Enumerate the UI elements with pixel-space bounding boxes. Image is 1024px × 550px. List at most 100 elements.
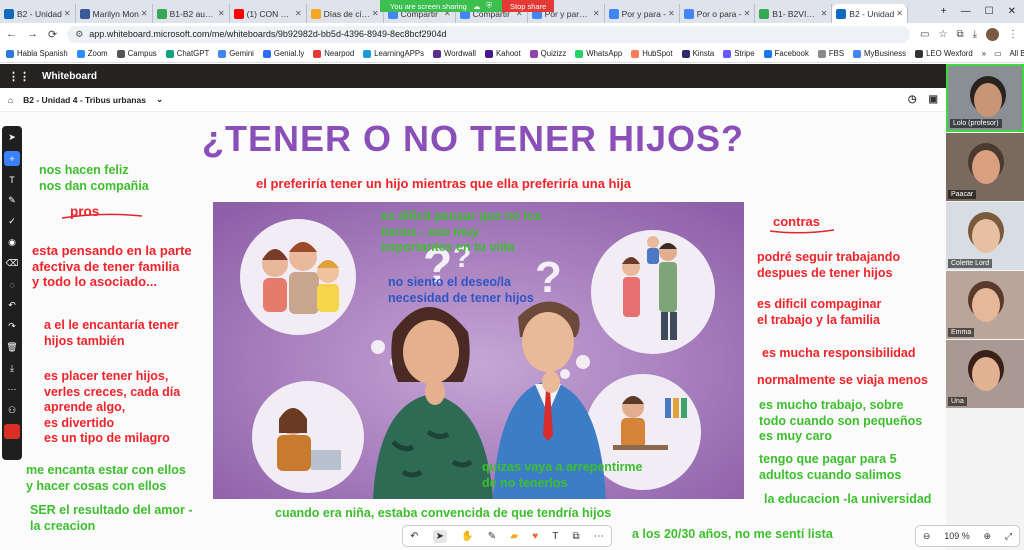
zoom-out-icon[interactable]: ⊖ — [923, 531, 931, 542]
close-tab-icon[interactable]: ✕ — [64, 9, 71, 18]
close-tab-icon[interactable]: ✕ — [744, 9, 751, 18]
participant-video-tile[interactable]: Paacar — [946, 133, 1024, 201]
note-arrepentirme[interactable]: quizas vaya a arrepentirme de no tenerlo… — [482, 460, 643, 491]
board-title[interactable]: B2 - Unidad 4 - Tribus urbanas — [23, 95, 146, 105]
browser-tab[interactable]: Días de cine ✕ — [307, 4, 384, 23]
bookmark-item[interactable]: MyBusiness — [853, 49, 906, 58]
fit-to-screen-icon[interactable]: ⤢ — [1005, 531, 1012, 542]
close-toolbar-icon[interactable]: ✕ — [4, 424, 20, 439]
download-icon[interactable]: ⤓ — [973, 29, 977, 40]
bookmark-item[interactable]: Facebook — [763, 49, 809, 58]
minimize-icon[interactable]: — — [961, 6, 971, 17]
pen-icon[interactable]: ✎ — [4, 193, 20, 208]
note-no-siento-deseo[interactable]: no siento el deseo/la necesidad de tener… — [388, 275, 534, 306]
browser-tab[interactable]: B2 - Unidad ✕ — [0, 4, 76, 23]
timer-icon[interactable]: ◷ — [908, 94, 917, 105]
eraser-icon[interactable]: ⌫ — [4, 256, 20, 271]
browser-tab[interactable]: (1) CON FAL ✕ — [230, 4, 307, 23]
bookmark-item[interactable]: Nearpod — [313, 49, 354, 58]
bookmark-item[interactable]: Kahoot — [484, 49, 521, 58]
redo-icon[interactable]: ↷ — [4, 319, 20, 334]
bookmark-item[interactable]: LEO Wexford — [915, 49, 973, 58]
all-bookmarks-link[interactable]: All Bookmarks — [1009, 49, 1024, 58]
new-tab-button[interactable]: + — [941, 6, 947, 17]
forward-icon[interactable]: → — [27, 28, 38, 40]
note-cuando-era-nina[interactable]: cuando era niña, estaba convencida de qu… — [275, 506, 611, 522]
bookmark-item[interactable]: Wordwall — [433, 49, 476, 58]
close-tab-icon[interactable]: ✕ — [668, 9, 675, 18]
more-icon[interactable]: ⋯ — [594, 531, 604, 542]
close-tab-icon[interactable]: ✕ — [821, 9, 828, 18]
undo-icon[interactable]: ↶ — [4, 298, 20, 313]
text-icon[interactable]: T — [552, 531, 558, 542]
more-icon[interactable]: ⋯ — [4, 382, 20, 397]
reaction-heart-icon[interactable]: ♥ — [532, 531, 538, 542]
participant-video-tile[interactable]: Una — [946, 340, 1024, 408]
note-mucho-trabajo[interactable]: es mucho trabajo, sobre todo cuando son … — [759, 398, 922, 445]
note-compaginar[interactable]: es dificil compaginar el trabajo y la fa… — [757, 297, 881, 328]
bookmark-item[interactable]: Campus — [116, 49, 157, 58]
browser-tab[interactable]: Marilyn Mon ✕ — [76, 4, 153, 23]
bookmark-item[interactable]: ChatGPT — [165, 49, 209, 58]
browser-tab[interactable]: Por y para - ✕ — [605, 4, 680, 23]
select-tool-icon[interactable]: ➤ — [4, 130, 20, 145]
close-tab-icon[interactable]: ✕ — [372, 9, 379, 18]
select-pointer-icon[interactable]: ➤ — [432, 529, 448, 543]
bookmark-item[interactable]: Kinsta — [681, 49, 714, 58]
close-tab-icon[interactable]: ✕ — [141, 9, 148, 18]
hand-icon[interactable]: ✋ — [461, 531, 473, 542]
browser-tab[interactable]: B2 - Unidad ✕ — [832, 4, 908, 23]
bookmark-item[interactable]: HubSpot — [631, 49, 673, 58]
participant-video-tile[interactable]: Colette Lord — [946, 202, 1024, 270]
browser-tab[interactable]: B1-B2 audio ✕ — [153, 4, 230, 23]
close-tab-icon[interactable]: ✕ — [295, 9, 302, 18]
note-es-placer[interactable]: es placer tener hijos, verles creces, ca… — [44, 369, 180, 447]
site-info-icon[interactable]: ⚙ — [75, 29, 83, 40]
app-launcher-icon[interactable]: ⋮⋮ — [8, 70, 30, 83]
bookmark-item[interactable]: Zoom — [76, 49, 108, 58]
person-icon[interactable]: ⚇ — [4, 403, 20, 418]
pen-icon[interactable]: ✎ — [488, 531, 496, 542]
bookmark-item[interactable]: FBS — [817, 49, 844, 58]
close-tab-icon[interactable]: ✕ — [896, 9, 903, 18]
check-icon[interactable]: ✓ — [4, 214, 20, 229]
lasso-icon[interactable]: ◌ — [4, 277, 20, 292]
note-es-dificil-pensar[interactable]: es dificil pensar que no los tienes - es… — [381, 209, 541, 256]
chevron-down-icon[interactable]: ⌄ — [156, 94, 163, 105]
zoom-level[interactable]: 109 % — [944, 531, 970, 541]
zoom-in-icon[interactable]: ⊕ — [984, 531, 992, 542]
bookmark-item[interactable]: Habla Spanish — [6, 49, 68, 58]
stop-share-button[interactable]: Stop share — [501, 0, 555, 12]
export-icon[interactable]: ⤓ — [4, 361, 20, 376]
note-le-encantaria[interactable]: a el le encantaría tener hijos también — [44, 318, 179, 349]
note-viaja-menos[interactable]: normalmente se viaja menos — [757, 373, 946, 389]
close-tab-icon[interactable]: ✕ — [593, 9, 600, 18]
shapes-icon[interactable]: ⧉ — [573, 531, 580, 542]
bookmark-star-icon[interactable]: ☆ — [938, 29, 947, 40]
participant-video-tile[interactable]: Lolo (profesor) — [946, 64, 1024, 132]
note-responsabilidad[interactable]: es mucha responsibilidad — [762, 346, 916, 362]
text-tool-icon[interactable]: T — [4, 172, 20, 187]
participant-video-tile[interactable]: Emma — [946, 271, 1024, 339]
note-nos-hacen-feliz[interactable]: nos hacen feliz nos dan compañia — [39, 163, 149, 194]
note-pros-heading[interactable]: pros — [70, 204, 99, 220]
note-la-educacion[interactable]: la educacion -la universidad — [764, 492, 931, 508]
menu-kebab-icon[interactable]: ⋮ — [1008, 29, 1018, 40]
back-icon[interactable]: ← — [6, 28, 17, 40]
note-resultado-amor[interactable]: SER el resultado del amor - la creacion — [30, 503, 193, 534]
browser-tab[interactable]: Por o para - ✕ — [680, 4, 756, 23]
bookmark-item[interactable]: Genial.ly — [262, 49, 304, 58]
note-tengo-que-pagar[interactable]: tengo que pagar para 5 adultos cuando sa… — [759, 452, 901, 483]
note-preferiria[interactable]: el preferiría tener un hijo mientras que… — [256, 176, 631, 192]
present-icon[interactable]: ▣ — [929, 94, 938, 105]
note-parte-afectiva[interactable]: esta pensando en la parte afectiva de te… — [32, 243, 192, 290]
maximize-icon[interactable]: ☐ — [985, 6, 994, 17]
close-tab-icon[interactable]: ✕ — [218, 9, 225, 18]
more-bookmarks-icon[interactable]: » — [982, 49, 986, 58]
bookmark-item[interactable]: WhatsApp — [575, 49, 622, 58]
note-seguir-trabajando[interactable]: podré seguir trabajando despues de tener… — [757, 250, 900, 281]
cast-icon[interactable]: ▭ — [920, 29, 929, 40]
bookmark-item[interactable]: Gemini — [218, 49, 254, 58]
profile-avatar[interactable] — [986, 27, 999, 41]
delete-icon[interactable]: 🗑 — [4, 340, 20, 355]
